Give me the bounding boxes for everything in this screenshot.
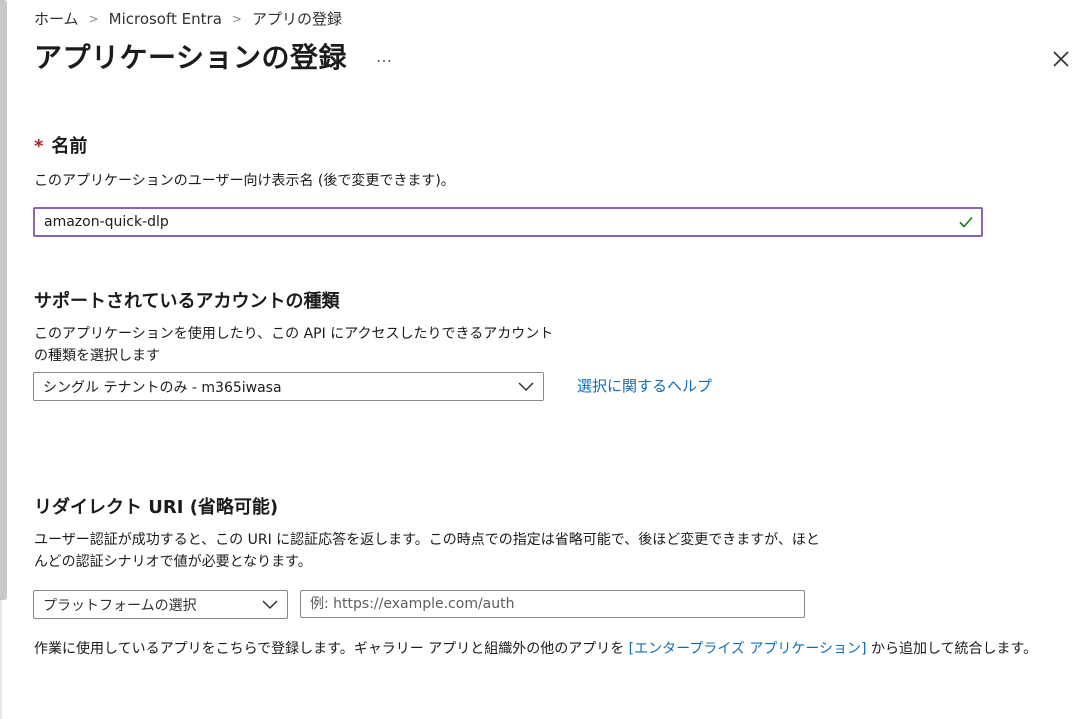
name-description: このアプリケーションのユーザー向け表示名 (後で変更できます)。: [34, 173, 455, 189]
scrollbar-track[interactable]: [0, 0, 7, 600]
required-indicator: *: [34, 136, 44, 157]
breadcrumb-home[interactable]: ホーム: [34, 8, 79, 29]
selection-help-link[interactable]: 選択に関するヘルプ: [577, 375, 712, 396]
account-types-description-line2: の種類を選択します: [34, 348, 160, 364]
account-type-select[interactable]: シングル テナントのみ - m365iwasa: [33, 372, 544, 401]
chevron-down-icon: [518, 382, 534, 392]
breadcrumb-microsoft-entra[interactable]: Microsoft Entra: [109, 10, 222, 28]
redirect-uri-label: リダイレクト URI (省略可能): [34, 497, 279, 518]
scrollbar-track-lower: [0, 600, 2, 719]
platform-select[interactable]: プラットフォームの選択: [33, 590, 288, 619]
chevron-down-icon: [262, 600, 278, 610]
more-options-icon[interactable]: …: [376, 47, 393, 66]
footer-text-after: から追加して統合します。: [866, 641, 1038, 657]
chevron-right-icon: >: [88, 11, 99, 26]
name-input[interactable]: [35, 209, 981, 235]
name-label: * 名前: [34, 132, 87, 158]
name-label-text: 名前: [51, 136, 88, 157]
redirect-uri-input[interactable]: [300, 590, 805, 618]
breadcrumb-app-registrations[interactable]: アプリの登録: [252, 8, 342, 29]
page-title: アプリケーションの登録: [34, 41, 347, 74]
redirect-uri-description-line2: んどの認証シナリオで値が必要となります。: [34, 554, 312, 570]
platform-select-placeholder: プラットフォームの選択: [43, 597, 197, 614]
redirect-uri-description-line1: ユーザー認証が成功すると、この URI に認証応答を返します。この時点での指定は…: [34, 532, 820, 548]
breadcrumb: ホーム > Microsoft Entra > アプリの登録: [34, 8, 342, 29]
enterprise-applications-link[interactable]: [エンタープライズ アプリケーション]: [629, 641, 867, 657]
account-types-label: サポートされているアカウントの種類: [34, 291, 340, 312]
close-icon[interactable]: [1050, 48, 1072, 70]
name-field-container: [33, 207, 983, 237]
footer-note: 作業に使用しているアプリをこちらで登録します。ギャラリー アプリと組織外の他のア…: [34, 638, 1037, 658]
checkmark-icon: [959, 216, 973, 228]
account-type-selected-value: シングル テナントのみ - m365iwasa: [43, 379, 282, 396]
footer-text-before: 作業に使用しているアプリをこちらで登録します。ギャラリー アプリと組織外の他のア…: [34, 641, 629, 657]
chevron-right-icon: >: [231, 11, 242, 26]
account-types-description-line1: このアプリケーションを使用したり、この API にアクセスしたりできるアカウント: [34, 326, 554, 342]
